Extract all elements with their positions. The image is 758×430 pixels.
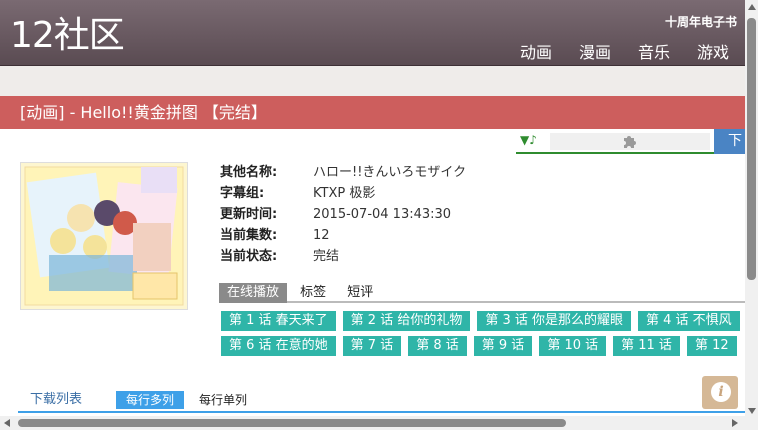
mini-player[interactable]: ▼♪ — [516, 129, 714, 154]
nav-music[interactable]: 音乐 — [638, 39, 670, 63]
episode-button[interactable]: 第 12 — [686, 336, 737, 356]
download-list-header: 下载列表 每行多列 每行单列 — [0, 391, 745, 416]
episode-button[interactable]: 第 9 话 — [473, 336, 533, 356]
anime-info: 其他名称: ハロー!!きんいろモザイク 字幕组: KTXP 极影 更新时间: 2015… — [220, 162, 466, 267]
info-value: 完结 — [313, 249, 340, 264]
episode-button[interactable]: 第 11 话 — [613, 336, 680, 356]
info-row: 当前集数: 12 — [220, 225, 466, 246]
tab-tags[interactable]: 标签 — [292, 283, 334, 303]
site-logo[interactable]: 12社区 — [10, 14, 125, 58]
episode-button[interactable]: 第 6 话 在意的她 — [221, 336, 336, 356]
info-icon: i — [711, 382, 731, 402]
main-nav: 动画 漫画 音乐 游戏 — [493, 39, 729, 63]
puzzle-icon — [624, 136, 636, 148]
info-label: 当前集数: — [220, 228, 278, 243]
cover-image — [20, 162, 188, 310]
info-value: 12 — [313, 228, 330, 243]
scroll-left-arrow-icon[interactable] — [4, 419, 10, 427]
info-label: 当前状态: — [220, 249, 278, 264]
info-label: 字幕组: — [220, 186, 265, 201]
header-divider — [0, 65, 745, 66]
info-row: 字幕组: KTXP 极影 — [220, 183, 466, 204]
site-header: 12社区 十周年电子书 动画 漫画 音乐 游戏 — [0, 0, 745, 65]
episode-button[interactable]: 第 7 话 — [342, 336, 402, 356]
episode-button[interactable]: 第 3 话 你是那么的耀眼 — [477, 311, 632, 331]
download-list-label[interactable]: 下载列表 — [30, 391, 82, 408]
detail-tabs: 在线播放 标签 短评 — [219, 281, 745, 303]
info-row: 更新时间: 2015-07-04 13:43:30 — [220, 204, 466, 225]
episode-button[interactable]: 第 10 话 — [539, 336, 607, 356]
episode-button[interactable]: 第 1 话 春天来了 — [221, 311, 336, 331]
nav-manga[interactable]: 漫画 — [579, 39, 611, 63]
info-row: 其他名称: ハロー!!きんいろモザイク — [220, 162, 466, 183]
anniversary-ebook-link[interactable]: 十周年电子书 — [665, 13, 737, 30]
tab-single-column[interactable]: 每行单列 — [199, 391, 247, 409]
info-value: 2015-07-04 13:43:30 — [313, 207, 452, 222]
plugin-placeholder — [550, 133, 710, 150]
nav-game[interactable]: 游戏 — [697, 39, 729, 63]
episode-button[interactable]: 第 2 话 给你的礼物 — [342, 311, 471, 331]
vertical-scroll-thumb[interactable] — [747, 18, 756, 280]
info-value: ハロー!!きんいろモザイク — [313, 165, 467, 180]
info-button[interactable]: i — [702, 376, 738, 409]
download-list-divider — [18, 411, 745, 413]
scroll-down-arrow-icon[interactable] — [748, 408, 756, 414]
detail-panel: ▼♪ 下 其他名称:ハロー!!きんいろモザイク 字幕组:KTXP 极影 更新 — [0, 129, 745, 416]
episode-button[interactable]: 第 8 话 — [408, 336, 467, 356]
episode-row-1: 第 1 话 春天来了第 2 话 给你的礼物第 3 话 你是那么的耀眼第 4 话 … — [221, 309, 745, 331]
info-row: 当前状态: 完结 — [220, 246, 466, 267]
vertical-scrollbar[interactable] — [745, 0, 758, 430]
scroll-right-arrow-icon[interactable] — [732, 419, 738, 427]
episode-row-2: 第 6 话 在意的她第 7 话第 8 话第 9 话第 10 话第 11 话第 1… — [221, 334, 744, 356]
info-label: 其他名称: — [220, 165, 278, 180]
tab-online-play[interactable]: 在线播放 — [219, 283, 288, 303]
info-label: 更新时间: — [220, 207, 278, 222]
cover-art — [21, 163, 187, 309]
download-button[interactable]: 下 — [714, 129, 745, 154]
page-title: [动画] - Hello!!黄金拼图 【完结】 — [0, 96, 745, 129]
nav-anime[interactable]: 动画 — [520, 39, 552, 63]
music-note-icon[interactable]: ▼♪ — [520, 133, 537, 147]
tab-multi-column[interactable]: 每行多列 — [116, 391, 185, 409]
horizontal-scrollbar[interactable] — [0, 416, 745, 430]
scroll-up-arrow-icon[interactable] — [748, 4, 756, 10]
episode-button[interactable]: 第 4 话 不惧风 — [638, 311, 740, 331]
tab-comments[interactable]: 短评 — [339, 283, 381, 303]
info-value: KTXP 极影 — [313, 186, 376, 201]
horizontal-scroll-thumb[interactable] — [18, 419, 566, 427]
